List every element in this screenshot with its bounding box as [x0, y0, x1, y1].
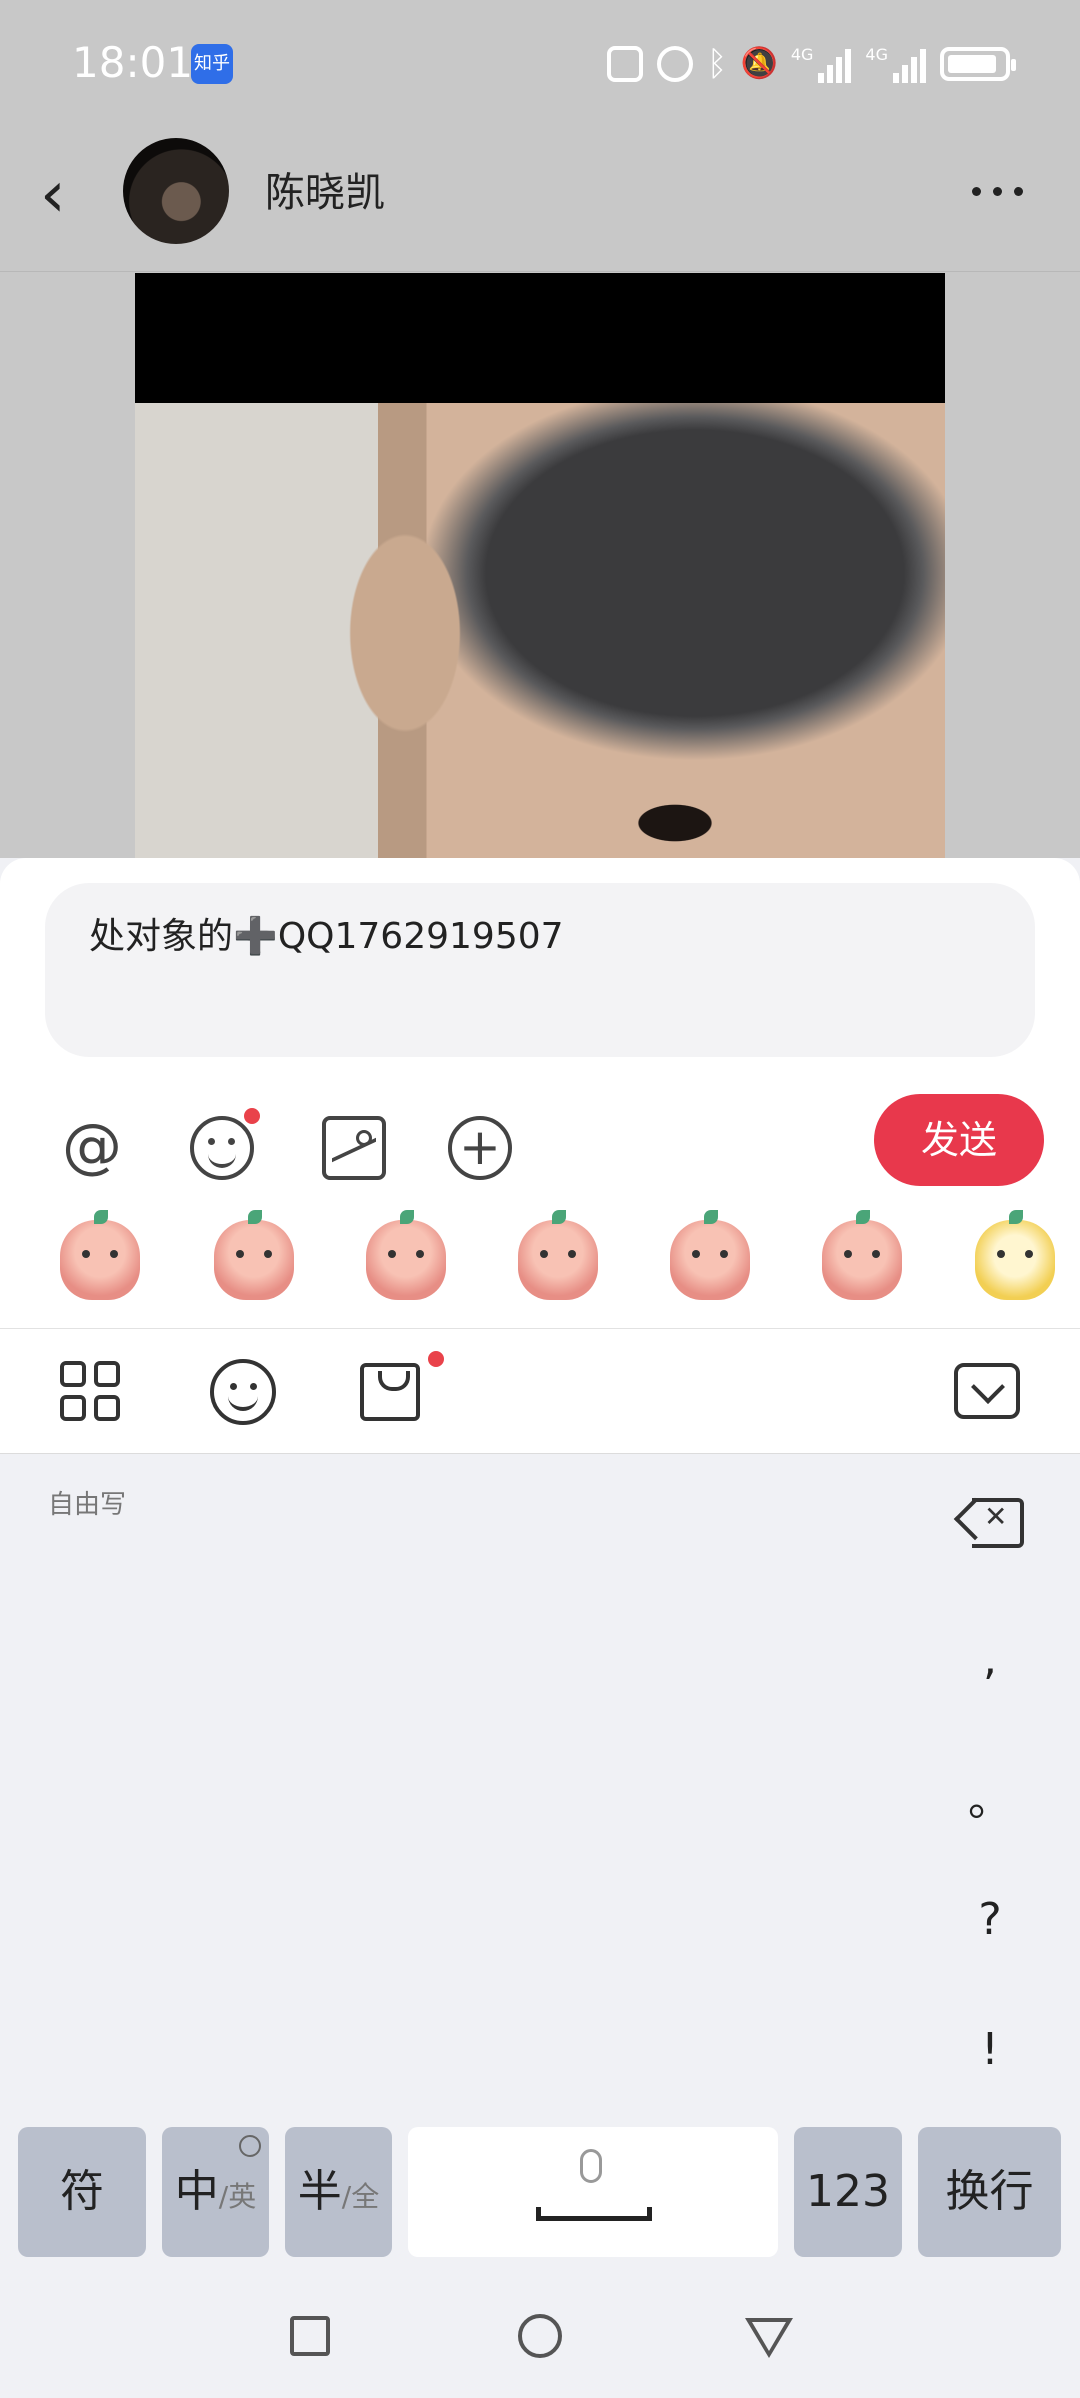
image-icon[interactable]	[322, 1116, 386, 1180]
sticker-smile[interactable]	[822, 1210, 902, 1300]
keyboard-toolbar	[0, 1328, 1080, 1454]
bluetooth-icon: ᛒ	[706, 44, 728, 84]
enter-key[interactable]: 换行	[918, 2127, 1061, 2257]
status-bar: 18:01 知乎 ᛒ 🔕 4G 4G	[0, 0, 1080, 130]
sticker-pleading[interactable]	[670, 1210, 750, 1300]
home-icon[interactable]	[518, 2314, 562, 2358]
handwriting-keyboard[interactable]: 自由写 , 。 ? ! 符 中/英 半/全 123 换行	[0, 1454, 1080, 2294]
sticker-crying[interactable]	[366, 1210, 446, 1300]
emoji-icon[interactable]	[190, 1116, 254, 1180]
more-icon[interactable]	[962, 166, 1032, 216]
alarm-icon	[656, 46, 693, 82]
contact-name[interactable]: 陈晓凯	[265, 160, 385, 218]
sticker-heart-kiss[interactable]	[518, 1210, 598, 1300]
emoji-notification-dot	[244, 1108, 260, 1124]
sticker-laughing-crying[interactable]	[60, 1210, 140, 1300]
message-input-value: 处对象的➕QQ1762919507	[89, 916, 564, 957]
chat-screen-background: 18:01 知乎 ᛒ 🔕 4G 4G ‹ 陈晓凯	[0, 0, 1080, 858]
back-icon[interactable]: ‹	[40, 160, 100, 230]
symbols-key[interactable]: 符	[18, 2127, 146, 2257]
mute-icon: 🔕	[740, 46, 779, 81]
signal-icon-2: 4G	[865, 45, 926, 83]
recent-apps-icon[interactable]	[290, 2316, 330, 2356]
system-nav-bar	[0, 2294, 1080, 2398]
avatar[interactable]	[123, 138, 229, 244]
chinese-key-alt: /英	[218, 2180, 257, 2213]
keyboard-mode-label: 自由写	[48, 1490, 127, 1520]
chat-header: ‹ 陈晓凯	[0, 130, 1080, 272]
sticker-shy[interactable]	[214, 1210, 294, 1300]
space-bar-icon	[536, 2207, 652, 2221]
battery-icon	[940, 47, 1016, 81]
status-icons: ᛒ 🔕 4G 4G	[606, 40, 1016, 88]
grid-icon[interactable]	[60, 1361, 120, 1421]
half-full-width-key[interactable]: 半/全	[285, 2127, 392, 2257]
bag-notification-dot	[428, 1351, 444, 1367]
collapse-keyboard-icon[interactable]	[954, 1363, 1020, 1419]
sticker-suggestions	[0, 1200, 1080, 1328]
globe-icon	[239, 2135, 261, 2157]
mic-icon	[580, 2149, 602, 2183]
zhihu-notification-icon: 知乎	[191, 44, 233, 84]
chinese-key-main: 中	[174, 2166, 219, 2217]
compose-panel: 处对象的➕QQ1762919507 @ +	[0, 858, 1080, 1328]
comma-key[interactable]: ,	[960, 1634, 1020, 1685]
question-key[interactable]: ?	[960, 1894, 1020, 1945]
space-key[interactable]	[408, 2127, 778, 2257]
at-icon[interactable]: @	[60, 1116, 124, 1180]
back-nav-icon[interactable]	[745, 2318, 793, 2358]
network-type-label: 4G	[790, 45, 814, 64]
send-button[interactable]: 发送	[874, 1094, 1044, 1186]
backspace-icon[interactable]	[953, 1497, 1024, 1548]
network-type-label: 4G	[865, 45, 888, 64]
period-key[interactable]: 。	[960, 1764, 1020, 1828]
message-input[interactable]: 处对象的➕QQ1762919507	[45, 883, 1035, 1057]
exclamation-key[interactable]: !	[960, 2024, 1020, 2075]
chat-photo-message[interactable]	[135, 273, 945, 858]
keyboard-emoji-icon[interactable]	[210, 1359, 276, 1425]
chinese-english-toggle-key[interactable]: 中/英	[162, 2127, 269, 2257]
status-time: 18:01	[72, 38, 194, 87]
signal-icon-1: 4G	[791, 45, 852, 83]
numbers-key[interactable]: 123	[794, 2127, 902, 2257]
plus-icon[interactable]: +	[448, 1116, 512, 1180]
sticker-yellow-dog[interactable]	[975, 1210, 1055, 1300]
bag-icon[interactable]	[360, 1363, 420, 1421]
nfc-icon	[606, 46, 643, 82]
half-key-alt: /全	[341, 2180, 380, 2213]
half-key-main: 半	[297, 2166, 342, 2217]
photo-content	[135, 403, 945, 858]
